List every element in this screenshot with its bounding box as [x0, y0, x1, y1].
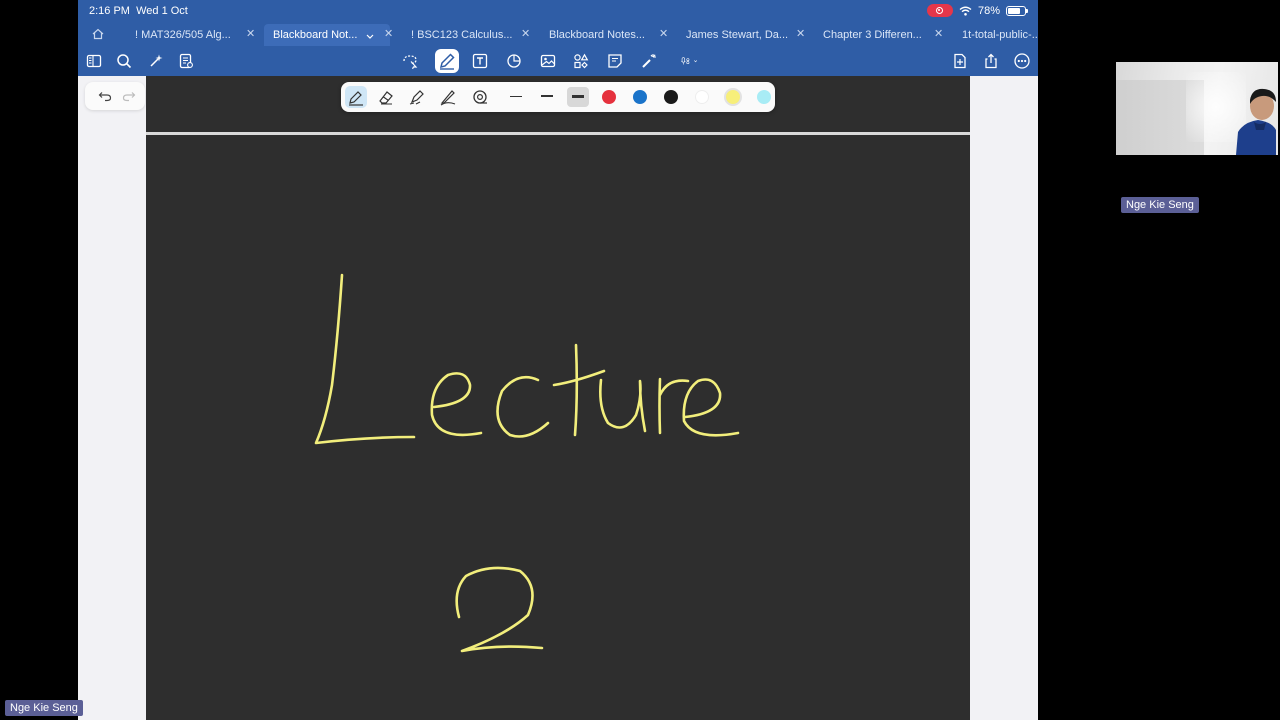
tab-bsc123[interactable]: ! BSC123 Calculus...: [411, 24, 521, 46]
tab-label: Blackboard Not...: [273, 29, 358, 41]
color-yellow-option-selected[interactable]: [724, 88, 742, 106]
highlighter-tool-button[interactable]: [406, 86, 428, 108]
redo-icon[interactable]: [121, 88, 137, 104]
handwriting-letter-t-stem: [573, 343, 579, 437]
notebook-canvas: [78, 76, 1038, 720]
status-time: 2:16 PM Wed 1 Oct: [89, 5, 188, 17]
participant-name-tag: Nge Kie Seng: [1121, 197, 1199, 213]
handwriting-letter-L: [314, 273, 416, 445]
shape-pen-icon: [440, 90, 456, 106]
tab-label: James Stewart, Da...: [686, 29, 789, 41]
tab-james-stewart[interactable]: James Stewart, Da...: [686, 24, 798, 46]
pen-icon: [439, 53, 455, 70]
eraser-icon: [379, 91, 393, 105]
color-red-option[interactable]: [602, 90, 616, 104]
stroke-thick-line: [572, 95, 584, 98]
stroke-medium-option[interactable]: [541, 95, 553, 97]
ipad-screen: 2:16 PM Wed 1 Oct 78% ! MAT326/505 Alg..…: [78, 0, 1038, 720]
tab-blackboard-notes-active[interactable]: Blackboard Not...: [264, 24, 390, 46]
time-text: 2:16 PM: [89, 5, 130, 17]
undo-redo-group: [85, 82, 145, 110]
status-bar: 2:16 PM Wed 1 Oct 78%: [78, 0, 1038, 22]
tab-label: Blackboard Notes...: [549, 29, 645, 41]
wifi-icon: [959, 6, 972, 16]
tab-label: Chapter 3 Differen...: [823, 29, 922, 41]
undo-icon[interactable]: [97, 88, 113, 104]
handwriting-letter-c: [496, 376, 550, 438]
ai-sparkle-icon[interactable]: [147, 52, 165, 70]
tab-close-icon[interactable]: ✕: [384, 27, 393, 40]
home-icon[interactable]: [90, 26, 106, 42]
participant-video-tile[interactable]: [1116, 62, 1278, 155]
handwriting-letter-e2: [682, 378, 740, 437]
color-white-option[interactable]: [695, 90, 709, 104]
audio-recording-icon[interactable]: [681, 52, 715, 70]
tape-icon: [473, 90, 487, 104]
stroke-thin-option[interactable]: [510, 96, 522, 97]
pen-toolbar: [341, 82, 775, 112]
handwriting-letter-t-cross: [552, 369, 606, 387]
tab-label: 1t-total-public-...: [962, 29, 1038, 41]
color-black-option[interactable]: [664, 90, 678, 104]
handwriting-letter-e: [430, 372, 483, 437]
pen-mode-button[interactable]: [435, 49, 459, 73]
eraser-tool-button[interactable]: [375, 86, 397, 108]
lasso-select-icon[interactable]: [401, 52, 419, 70]
notes-list-icon[interactable]: [177, 52, 195, 70]
battery-percent: 78%: [977, 4, 1000, 17]
sidebar-icon[interactable]: [85, 52, 103, 70]
battery-icon: [1006, 5, 1028, 16]
tab-label: ! BSC123 Calculus...: [411, 29, 513, 41]
share-icon[interactable]: [982, 52, 1000, 70]
color-cyan-option[interactable]: [757, 90, 771, 104]
more-options-icon[interactable]: [1013, 52, 1031, 70]
elements-icon[interactable]: [572, 52, 590, 70]
shape-pen-tool-button[interactable]: [437, 86, 459, 108]
tab-label: ! MAT326/505 Alg...: [135, 29, 231, 41]
handwriting-letter-u: [599, 378, 647, 433]
tab-close-icon[interactable]: ✕: [934, 27, 943, 40]
chevron-down-icon[interactable]: [366, 34, 374, 40]
color-blue-option[interactable]: [633, 90, 647, 104]
tab-close-icon[interactable]: ✕: [796, 27, 805, 40]
shapes-icon[interactable]: [505, 52, 523, 70]
participant-video: [1236, 88, 1276, 155]
status-indicators: 78%: [926, 4, 1028, 17]
image-icon[interactable]: [539, 52, 557, 70]
screen-recording-icon: [926, 4, 953, 17]
fountain-pen-icon: [349, 91, 363, 106]
pen-tool-button[interactable]: [345, 86, 367, 108]
tab-bar: ! MAT326/505 Alg... ✕ Blackboard Not... …: [78, 22, 1038, 46]
tab-blackboard-notes[interactable]: Blackboard Notes...: [549, 24, 659, 46]
app-toolbar: [78, 46, 1038, 76]
tab-close-icon[interactable]: ✕: [521, 27, 530, 40]
highlighter-icon: [409, 90, 424, 105]
tape-tool-button[interactable]: [469, 86, 491, 108]
tab-close-icon[interactable]: ✕: [246, 27, 255, 40]
handwriting-layer: [314, 273, 740, 653]
self-name-tag: Nge Kie Seng: [5, 700, 83, 716]
search-icon[interactable]: [115, 52, 133, 70]
tab-mat326[interactable]: ! MAT326/505 Alg...: [135, 24, 253, 46]
battery-level: [1008, 7, 1021, 14]
add-page-icon[interactable]: [951, 52, 969, 70]
sticky-note-icon[interactable]: [606, 52, 624, 70]
tab-close-icon[interactable]: ✕: [659, 27, 668, 40]
date-text: Wed 1 Oct: [136, 5, 188, 17]
laser-pointer-icon[interactable]: [640, 52, 658, 70]
text-box-icon[interactable]: [471, 52, 489, 70]
tab-chapter-3[interactable]: Chapter 3 Differen...: [823, 24, 935, 46]
handwriting-digit-2: [455, 566, 544, 653]
tab-total-public[interactable]: 1t-total-public-...: [962, 24, 1038, 46]
